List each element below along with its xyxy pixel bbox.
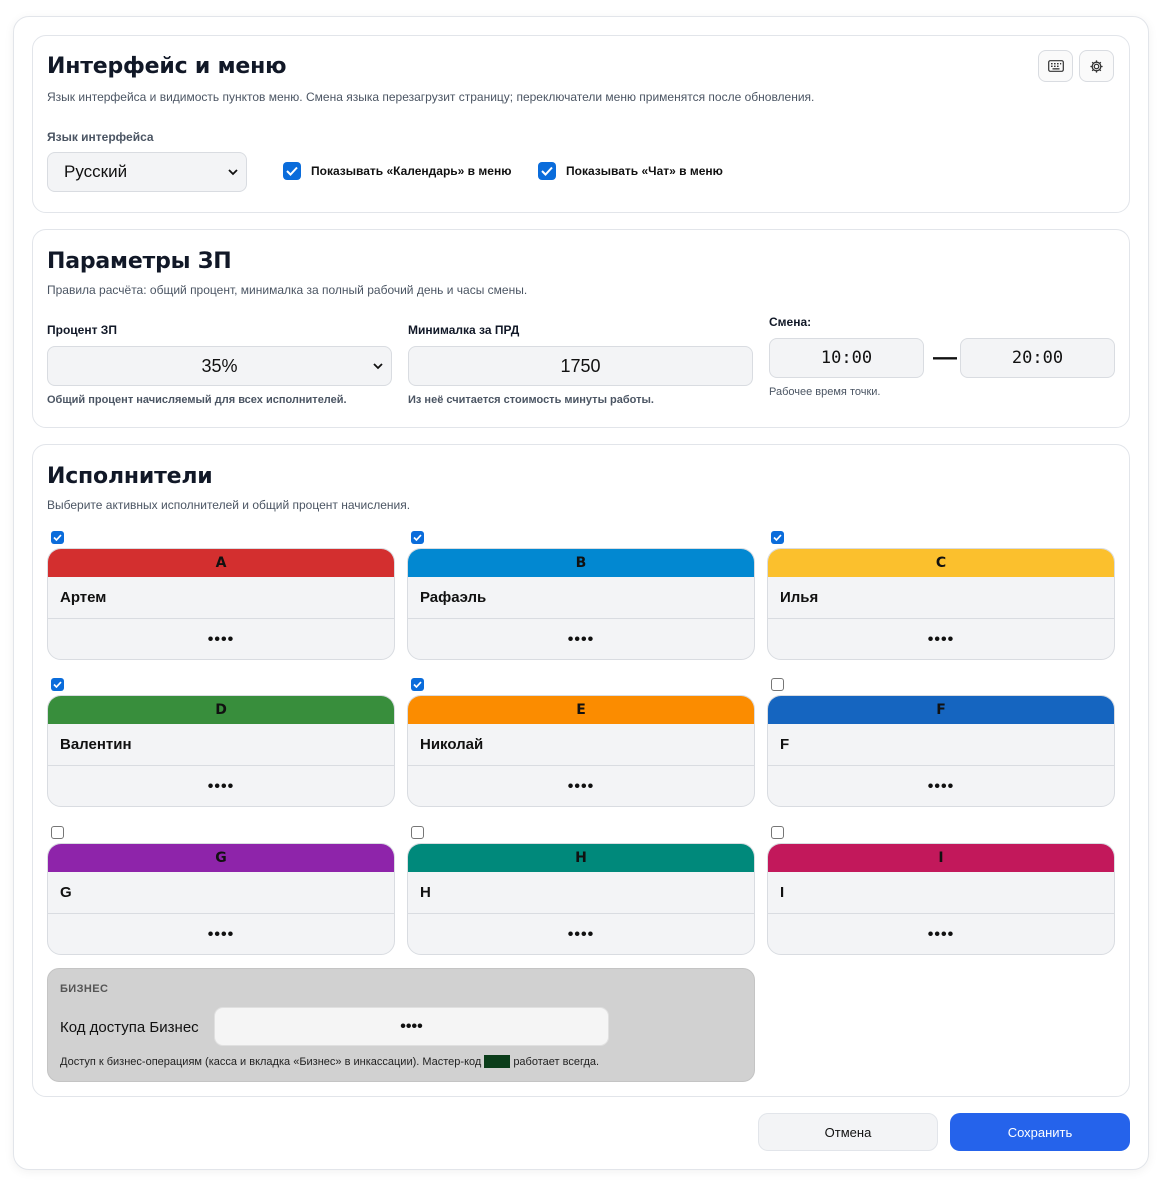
worker-checkbox[interactable] xyxy=(51,531,64,544)
worker-pin[interactable]: •••• xyxy=(408,766,754,806)
shift-label: Смена: xyxy=(769,315,812,329)
business-code-value: •••• xyxy=(400,1017,423,1035)
worker-checkbox[interactable] xyxy=(771,531,784,544)
min-hint: Из неё считается стоимость минуты работы… xyxy=(408,394,654,406)
interface-description: Язык интерфейса и видимость пунктов меню… xyxy=(47,90,815,104)
show-chat-checkbox[interactable] xyxy=(538,162,556,180)
worker-pin[interactable]: •••• xyxy=(48,619,394,659)
worker-card[interactable]: E Николай •••• xyxy=(407,695,755,807)
worker-name: Илья xyxy=(768,577,1114,619)
business-note-tail: работает всегда. xyxy=(513,1055,600,1068)
worker-letter: B xyxy=(408,549,754,577)
worker-pin[interactable]: •••• xyxy=(408,914,754,954)
show-chat-label: Показывать «Чат» в меню xyxy=(566,164,723,178)
worker-card[interactable]: D Валентин •••• xyxy=(47,695,395,807)
business-code-label: Код доступа Бизнес xyxy=(60,1019,199,1036)
worker-card[interactable]: G G •••• xyxy=(47,843,395,955)
shift-hint: Рабочее время точки. xyxy=(769,386,881,398)
salary-card: Параметры ЗП Правила расчёта: общий проц… xyxy=(32,229,1130,428)
show-calendar-label: Показывать «Календарь» в меню xyxy=(311,164,512,178)
shift-start-value: 10:00 xyxy=(820,348,873,368)
worker-pin[interactable]: •••• xyxy=(768,766,1114,806)
settings-button[interactable] xyxy=(1079,50,1114,82)
worker-checkbox[interactable] xyxy=(411,826,424,839)
worker-card[interactable]: A Артем •••• xyxy=(47,548,395,660)
worker-letter: C xyxy=(768,549,1114,577)
interface-card: Интерфейс и меню Язык интерфейса и видим… xyxy=(32,35,1130,213)
save-button-label: Сохранить xyxy=(1007,1124,1073,1140)
worker-card[interactable]: B Рафаэль •••• xyxy=(407,548,755,660)
worker-name: Валентин xyxy=(48,724,394,766)
worker-name: Рафаэль xyxy=(408,577,754,619)
worker-pin[interactable]: •••• xyxy=(408,619,754,659)
workers-title: Исполнители xyxy=(47,464,213,489)
worker-pin[interactable]: •••• xyxy=(48,766,394,806)
worker-checkbox[interactable] xyxy=(771,678,784,691)
worker-name: Артем xyxy=(48,577,394,619)
worker-card[interactable]: C Илья •••• xyxy=(767,548,1115,660)
shift-start-input[interactable]: 10:00 xyxy=(769,338,924,378)
worker-pin[interactable]: •••• xyxy=(48,914,394,954)
language-label: Язык интерфейса xyxy=(47,130,154,144)
show-calendar-checkbox[interactable] xyxy=(283,162,301,180)
worker-letter: I xyxy=(768,844,1114,872)
worker-pin[interactable]: •••• xyxy=(768,619,1114,659)
worker-letter: F xyxy=(768,696,1114,724)
chevron-down-icon xyxy=(373,359,383,373)
worker-name: F xyxy=(768,724,1114,766)
worker-name: G xyxy=(48,872,394,914)
worker-card[interactable]: I I •••• xyxy=(767,843,1115,955)
business-note: Доступ к бизнес-операциям (касса и вклад… xyxy=(60,1055,599,1068)
cancel-button-label: Отмена xyxy=(824,1124,872,1140)
worker-card[interactable]: H H •••• xyxy=(407,843,755,955)
cancel-button[interactable]: Отмена xyxy=(758,1113,938,1151)
worker-checkbox[interactable] xyxy=(411,531,424,544)
worker-checkbox[interactable] xyxy=(51,826,64,839)
percent-label: Процент ЗП xyxy=(47,323,117,337)
salary-title: Параметры ЗП xyxy=(47,249,232,274)
chevron-down-icon xyxy=(228,165,238,179)
percent-select-value: 35% xyxy=(201,355,238,376)
business-code-input[interactable]: •••• xyxy=(214,1007,609,1046)
percent-hint: Общий процент начисляемый для всех испол… xyxy=(47,394,347,406)
shift-end-input[interactable]: 20:00 xyxy=(960,338,1115,378)
worker-name: H xyxy=(408,872,754,914)
shift-end-value: 20:00 xyxy=(1011,348,1064,368)
workers-description: Выберите активных исполнителей и общий п… xyxy=(47,498,411,512)
interface-title: Интерфейс и меню xyxy=(47,54,287,79)
keyboard-icon xyxy=(1047,60,1064,72)
worker-checkbox[interactable] xyxy=(411,678,424,691)
business-section: БИЗНЕС Код доступа Бизнес •••• Доступ к … xyxy=(47,968,755,1082)
min-input-value: 1750 xyxy=(560,355,601,376)
worker-letter: A xyxy=(48,549,394,577)
worker-checkbox[interactable] xyxy=(771,826,784,839)
worker-pin[interactable]: •••• xyxy=(768,914,1114,954)
gear-icon xyxy=(1090,59,1103,73)
percent-select[interactable]: 35% xyxy=(47,346,392,386)
keyboard-button[interactable] xyxy=(1038,50,1073,82)
language-select-value: Русский xyxy=(64,162,128,181)
worker-letter: G xyxy=(48,844,394,872)
worker-letter: H xyxy=(408,844,754,872)
language-select[interactable]: Русский xyxy=(47,152,247,192)
min-input[interactable]: 1750 xyxy=(408,346,753,386)
worker-name: Николай xyxy=(408,724,754,766)
worker-card[interactable]: F F •••• xyxy=(767,695,1115,807)
business-heading: БИЗНЕС xyxy=(60,983,109,995)
worker-letter: D xyxy=(48,696,394,724)
salary-description: Правила расчёта: общий процент, минималк… xyxy=(47,283,528,297)
save-button[interactable]: Сохранить xyxy=(950,1113,1130,1151)
master-code-mask xyxy=(484,1055,511,1068)
min-label: Минималка за ПРД xyxy=(408,323,520,337)
worker-checkbox[interactable] xyxy=(51,678,64,691)
worker-letter: E xyxy=(408,696,754,724)
worker-name: I xyxy=(768,872,1114,914)
business-note-text: Доступ к бизнес-операциям (касса и вклад… xyxy=(60,1055,482,1068)
shift-dash: — xyxy=(933,344,957,371)
